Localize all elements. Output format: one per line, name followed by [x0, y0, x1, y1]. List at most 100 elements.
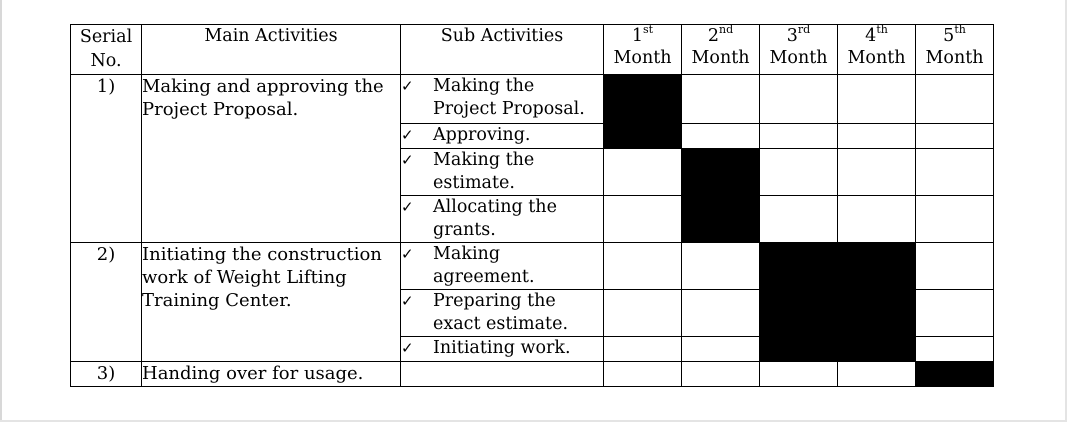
serial-header: Serial No. — [70, 24, 142, 75]
schedule-cell-empty — [681, 242, 760, 290]
month-4-label: Month — [847, 48, 906, 68]
sub-activity-line2: estimate. — [433, 173, 515, 193]
month-5-suffix: th — [954, 23, 966, 37]
schedule-cell-empty — [603, 289, 682, 337]
main-activity-2-line2: work of Weight Lifting — [142, 267, 347, 288]
schedule-cell-active — [681, 195, 760, 243]
schedule-cell-empty — [915, 148, 994, 196]
check-icon: ✓ — [401, 126, 414, 144]
month-1-suffix: st — [643, 23, 654, 37]
month-2-suffix: nd — [719, 23, 734, 37]
schedule-cell-empty — [759, 123, 838, 149]
schedule-cell-active — [759, 336, 838, 362]
month-5-header: 5th Month — [915, 23, 994, 75]
table-row: 3) Handing over for usage. — [70, 361, 994, 387]
month-4-number: 4 — [865, 26, 877, 46]
main-activity-2-line1: Initiating the construction — [142, 244, 382, 265]
sub-activity-line1: Making the — [433, 76, 535, 96]
serial-number-1: 1) — [70, 74, 142, 243]
month-1-number: 1 — [631, 26, 644, 46]
sub-activity-1-4: ✓ Allocating the grants. — [400, 195, 604, 243]
month-1-label: Month — [613, 48, 672, 68]
schedule-cell-active — [603, 74, 682, 124]
sub-activity-line1: Approving. — [433, 125, 531, 145]
check-icon: ✓ — [401, 77, 414, 95]
schedule-cell-empty — [915, 74, 994, 124]
schedule-cell-empty — [759, 74, 838, 124]
left-edge-line — [0, 0, 2, 422]
sub-activity-line1: Making the — [433, 150, 535, 170]
serial-number-3: 3) — [70, 361, 142, 387]
sub-activity-line2: exact estimate. — [433, 314, 569, 334]
sub-activity-1-2: ✓ Approving. — [400, 123, 604, 149]
schedule-cell-active — [837, 289, 916, 337]
main-activity-2: Initiating the construction work of Weig… — [141, 242, 401, 362]
main-activity-3: Handing over for usage. — [141, 361, 401, 387]
main-activities-header: Main Activities — [141, 24, 401, 75]
schedule-cell-active — [837, 242, 916, 290]
month-4-suffix: th — [876, 23, 888, 37]
schedule-cell-empty — [759, 361, 838, 387]
schedule-cell-empty — [915, 123, 994, 149]
schedule-cell-empty — [837, 74, 916, 124]
schedule-cell-empty — [681, 361, 760, 387]
schedule-cell-empty — [603, 195, 682, 243]
schedule-cell-empty — [837, 123, 916, 149]
main-activity-1: Making and approving the Project Proposa… — [141, 74, 401, 243]
check-icon: ✓ — [401, 339, 414, 357]
month-2-label: Month — [691, 48, 750, 68]
schedule-cell-empty — [603, 361, 682, 387]
main-activity-1-line2: Project Proposal. — [142, 99, 299, 120]
sub-activity-2-3: ✓ Initiating work. — [400, 336, 604, 362]
sub-activity-2-2: ✓ Preparing the exact estimate. — [400, 289, 604, 337]
schedule-cell-empty — [681, 123, 760, 149]
sub-activity-1-1: ✓ Making the Project Proposal. — [400, 74, 604, 124]
month-1-header: 1st Month — [603, 23, 682, 75]
sub-activity-1-3: ✓ Making the estimate. — [400, 148, 604, 196]
check-icon: ✓ — [401, 151, 414, 169]
main-activity-2-line3: Training Center. — [142, 290, 292, 311]
sub-activity-line1: Allocating the — [433, 197, 557, 217]
schedule-cell-active — [603, 123, 682, 149]
month-3-label: Month — [769, 48, 828, 68]
sub-activity-line1: Preparing the — [433, 291, 556, 311]
sub-activity-line1: Making — [433, 244, 501, 264]
schedule-cell-empty — [837, 361, 916, 387]
month-5-label: Month — [925, 48, 984, 68]
sub-activity-3-empty — [400, 361, 604, 387]
serial-header-line2: No. — [90, 51, 122, 71]
schedule-cell-active — [837, 336, 916, 362]
schedule-cell-empty — [603, 148, 682, 196]
schedule-cell-empty — [915, 242, 994, 290]
schedule-cell-empty — [603, 336, 682, 362]
schedule-cell-empty — [915, 289, 994, 337]
check-icon: ✓ — [401, 245, 414, 263]
schedule-cell-empty — [603, 242, 682, 290]
serial-header-line1: Serial — [79, 27, 133, 47]
month-2-header: 2nd Month — [681, 23, 760, 75]
sub-activity-line2: grants. — [433, 220, 496, 240]
schedule-cell-empty — [915, 336, 994, 362]
month-3-header: 3rd Month — [759, 23, 838, 75]
schedule-cell-active — [759, 242, 838, 290]
main-activity-1-line1: Making and approving the — [142, 76, 384, 97]
schedule-cell-empty — [681, 336, 760, 362]
schedule-cell-empty — [837, 148, 916, 196]
schedule-cell-active — [681, 148, 760, 196]
schedule-cell-empty — [915, 195, 994, 243]
month-3-number: 3 — [786, 26, 798, 46]
schedule-cell-empty — [759, 148, 838, 196]
schedule-cell-empty — [681, 74, 760, 124]
sub-activity-2-1: ✓ Making agreement. — [400, 242, 604, 290]
month-3-suffix: rd — [797, 23, 811, 37]
schedule-cell-active — [759, 289, 838, 337]
check-icon: ✓ — [401, 292, 414, 310]
schedule-cell-empty — [681, 289, 760, 337]
schedule-cell-empty — [837, 195, 916, 243]
table-row: 1) Making and approving the Project Prop… — [70, 74, 994, 243]
month-2-number: 2 — [707, 26, 719, 46]
main-activity-3-line1: Handing over for usage. — [142, 363, 364, 384]
table-row: 2) Initiating the construction work of W… — [70, 242, 994, 362]
serial-number-2: 2) — [70, 242, 142, 362]
header-row: Serial No. Main Activities Sub Activitie… — [70, 23, 994, 75]
